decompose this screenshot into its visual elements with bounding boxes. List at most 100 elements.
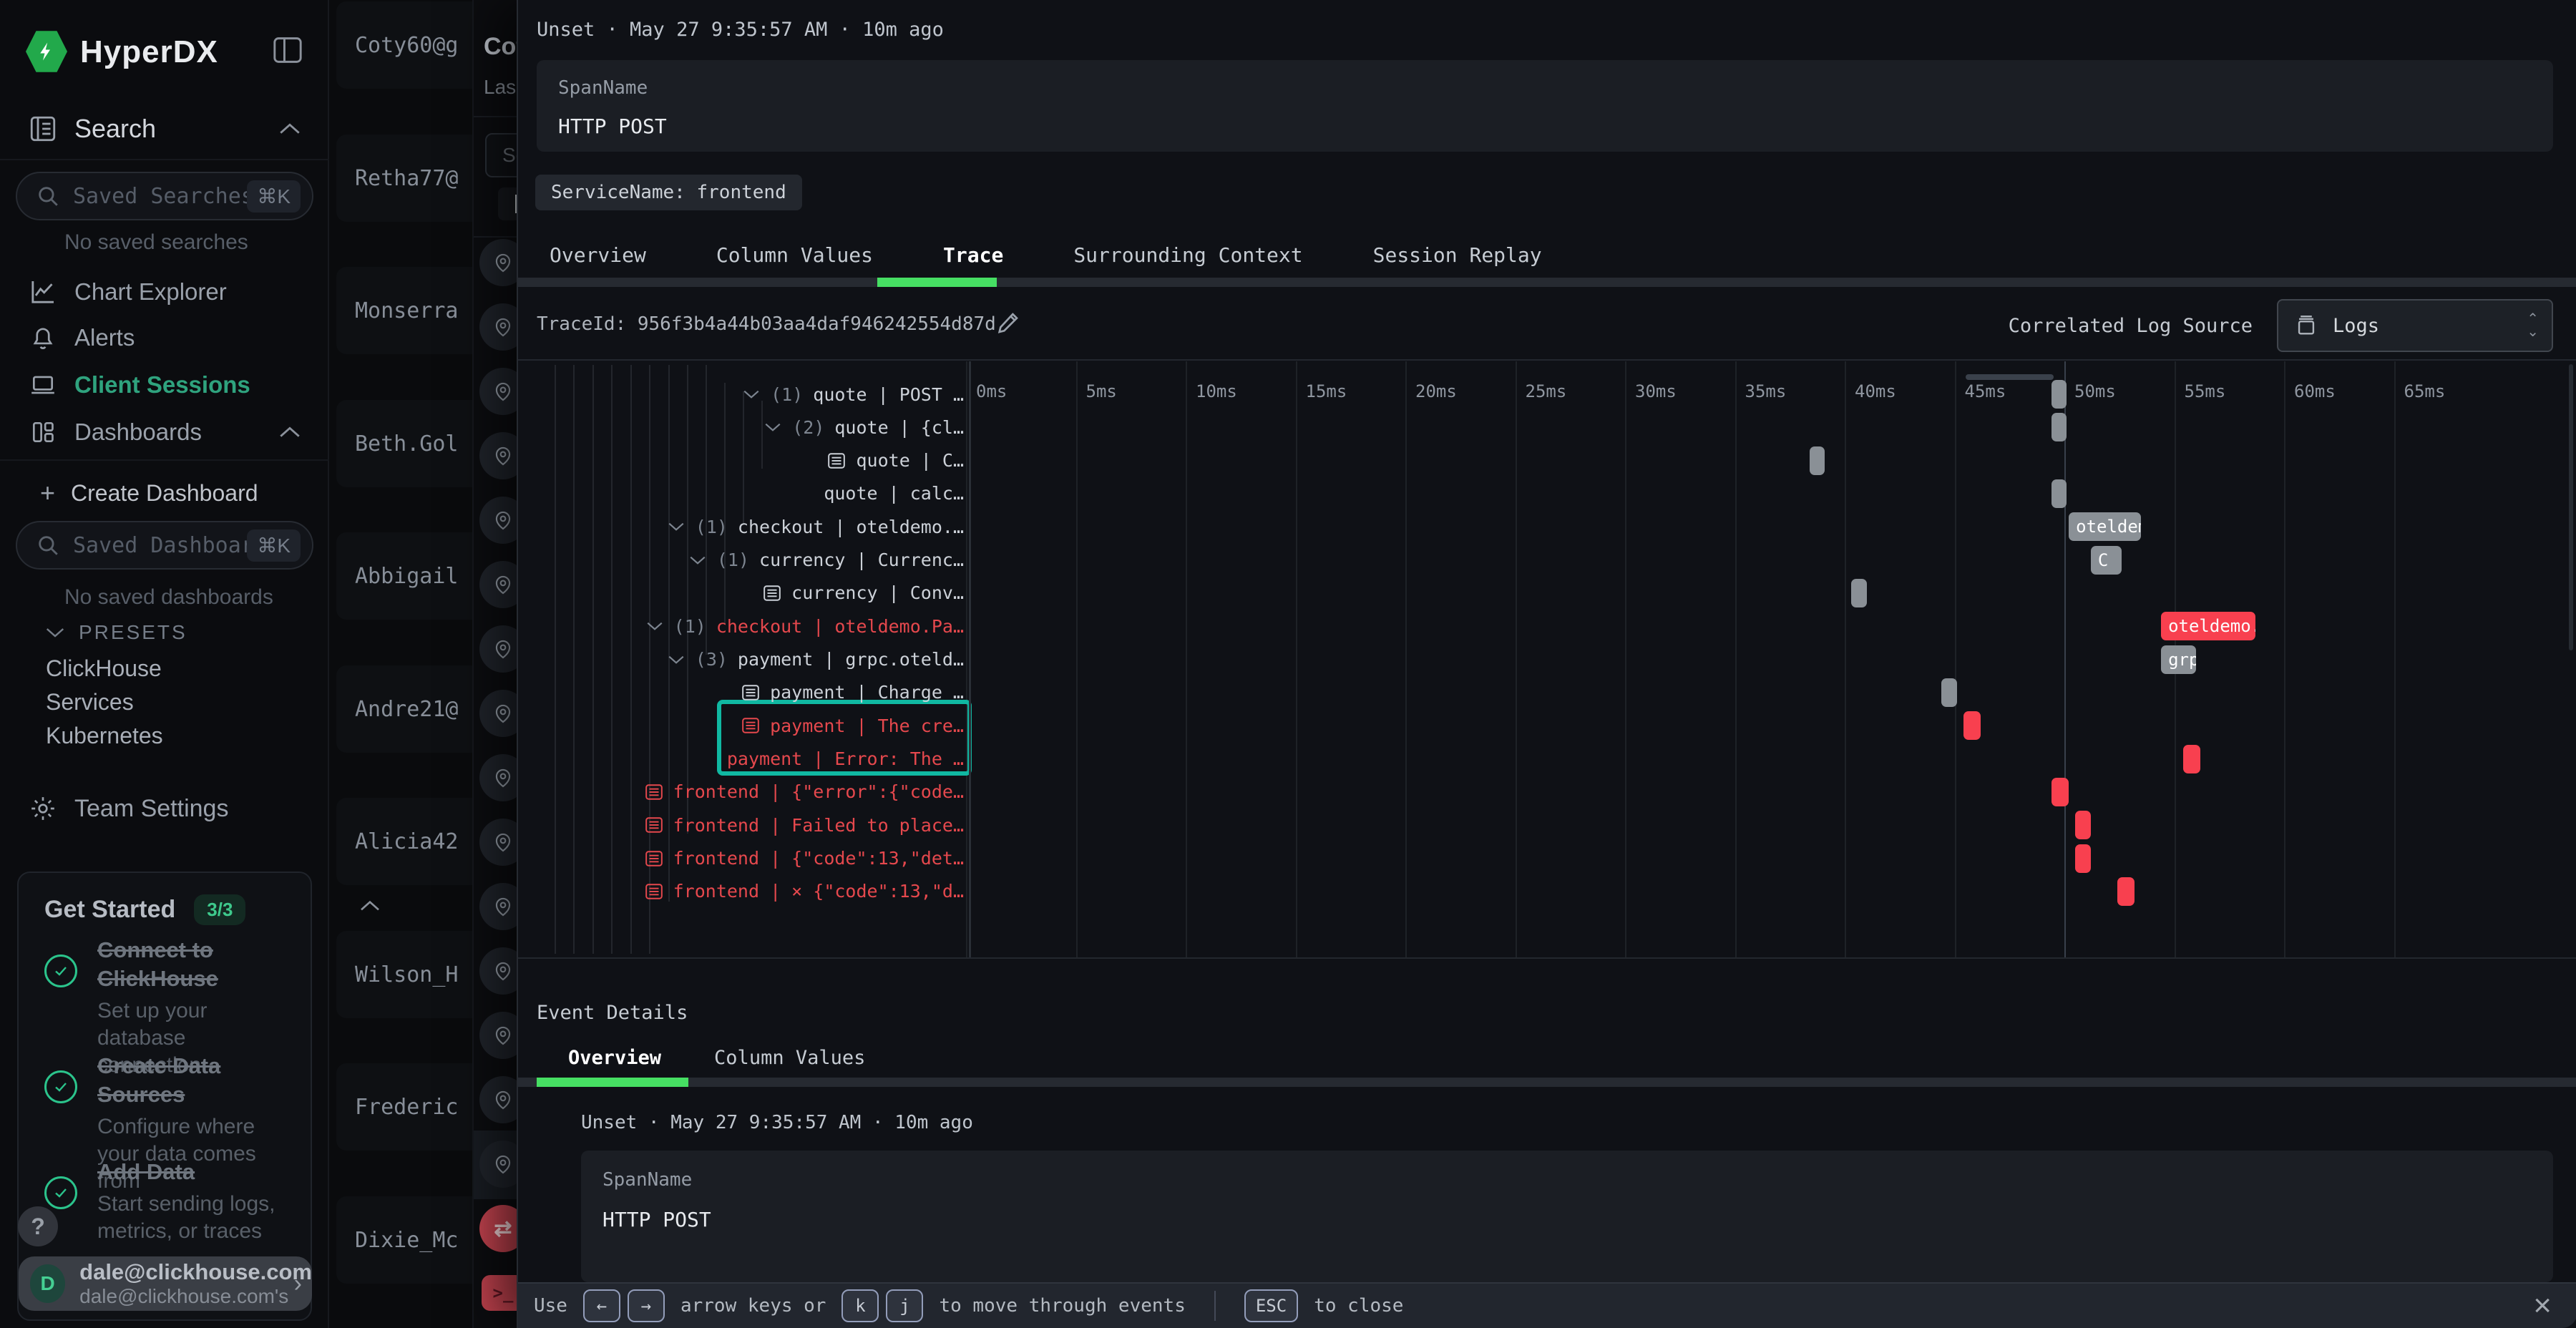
session-row[interactable]: Alicia42: [336, 798, 472, 885]
tab-overview[interactable]: Overview: [532, 235, 663, 275]
span-tree-row[interactable]: payment | The cre…: [741, 709, 964, 742]
gridline-40ms: [1845, 361, 1846, 957]
search-icon: [36, 533, 60, 557]
collapse-sidebar-button[interactable]: [272, 36, 303, 64]
select-carets-icon: ⌃⌄: [2527, 313, 2539, 338]
span-tree-row[interactable]: (2)quote | {cl…: [763, 411, 964, 444]
span-tree-row[interactable]: (1)checkout | oteldemo.Pa…: [645, 610, 964, 643]
sidebar-item-alerts[interactable]: Alerts: [0, 316, 329, 359]
session-row[interactable]: Coty60@g: [336, 1, 472, 89]
session-row[interactable]: Andre21@: [336, 665, 472, 753]
no-saved-dashboards-text: No saved dashboards: [64, 585, 273, 610]
check-circle-icon: [44, 1176, 77, 1209]
divider: [0, 459, 329, 461]
span-bar[interactable]: grp: [2161, 645, 2196, 674]
axis-tick-25ms: 25ms: [1526, 381, 1567, 401]
sidebar-item-chart-explorer[interactable]: Chart Explorer: [0, 270, 329, 313]
get-started-item[interactable]: Add Data Start sending logs, metrics, or…: [44, 1158, 295, 1245]
log-source-select[interactable]: Logs ⌃⌄: [2277, 299, 2553, 352]
span-tree-row[interactable]: payment | Error: The …: [727, 743, 964, 776]
span-bar[interactable]: [1963, 711, 1981, 740]
axis-tick-10ms: 10ms: [1196, 381, 1237, 401]
tree-timeline-divider[interactable]: [969, 361, 971, 957]
span-bar[interactable]: C: [2091, 546, 2122, 575]
user-menu[interactable]: D dale@clickhouse.com dale@clickhouse.co…: [19, 1256, 312, 1311]
span-bar[interactable]: [2051, 479, 2067, 508]
span-bar[interactable]: [1941, 678, 1956, 707]
span-tree-row[interactable]: quote | calc…: [824, 477, 964, 510]
span-name-label: SpanName: [558, 77, 648, 99]
close-icon[interactable]: ×: [2533, 1290, 2552, 1322]
span-bar[interactable]: [2117, 877, 2135, 906]
session-row[interactable]: Monserra: [336, 267, 472, 354]
timeline-scrollbar-thumb[interactable]: [1966, 374, 2054, 380]
span-tree-row[interactable]: frontend | Failed to place…: [645, 809, 964, 841]
presets-toggle[interactable]: PRESETS: [44, 621, 187, 644]
session-row[interactable]: Wilson_H: [336, 931, 472, 1018]
tab-session-replay[interactable]: Session Replay: [1356, 235, 1559, 275]
create-dashboard-button[interactable]: + Create Dashboard: [40, 478, 258, 508]
span-bar[interactable]: oteldemo.: [2161, 612, 2255, 640]
sidebar-item-label: Chart Explorer: [74, 278, 227, 306]
database-icon: [2294, 313, 2318, 338]
session-row[interactable]: Frederic: [336, 1063, 472, 1151]
sidebar-item-dashboards[interactable]: Dashboards: [0, 411, 329, 454]
span-bar[interactable]: [2183, 745, 2201, 773]
preset-services[interactable]: Services: [46, 689, 134, 716]
session-row[interactable]: Dixie_Mc: [336, 1196, 472, 1284]
span-bar[interactable]: [1851, 579, 1866, 607]
session-row[interactable]: Beth.Gol: [336, 400, 472, 487]
help-button[interactable]: ?: [18, 1206, 58, 1246]
span-tree-row[interactable]: (1)currency | Currenc…: [688, 544, 964, 577]
span-tree-row[interactable]: frontend | {"code":13,"det…: [645, 842, 964, 875]
span-bar[interactable]: [2075, 811, 2090, 839]
span-tree-row[interactable]: quote | C…: [827, 444, 964, 477]
event-details-tab-column-values[interactable]: Column Values: [697, 1039, 882, 1076]
waterfall-scrollbar[interactable]: [2569, 364, 2573, 650]
preset-clickhouse[interactable]: ClickHouse: [46, 655, 162, 682]
preset-kubernetes[interactable]: Kubernetes: [46, 723, 163, 749]
span-bar[interactable]: [2051, 413, 2067, 441]
get-started-header[interactable]: Get Started 3/3: [44, 894, 245, 925]
user-team: dale@clickhouse.com's: [79, 1285, 312, 1308]
logo-row: HyperDX: [0, 29, 329, 74]
tab-column-values[interactable]: Column Values: [699, 235, 890, 275]
gridline-5ms: [1076, 361, 1078, 957]
correlated-log-source-label: Correlated Log Source: [2009, 315, 2253, 337]
span-bar[interactable]: [2051, 778, 2069, 806]
span-tree-row[interactable]: currency | Conv…: [763, 577, 964, 610]
dashboards-grid-icon: [27, 419, 59, 446]
span-bar[interactable]: [1810, 446, 1825, 475]
span-bar[interactable]: oteldem: [2069, 512, 2141, 541]
axis-tick-65ms: 65ms: [2404, 381, 2446, 401]
tab-underline-track: [518, 278, 2576, 287]
axis-tick-50ms: 50ms: [2074, 381, 2116, 401]
get-started-title: Get Started: [44, 896, 175, 924]
sidebar-item-search[interactable]: Search: [0, 107, 329, 150]
span-tree-row[interactable]: (1)checkout | oteldemo.…: [667, 510, 964, 543]
span-bar[interactable]: [2051, 380, 2067, 409]
event-details-tab-overview[interactable]: Overview: [551, 1039, 678, 1076]
search-icon: [36, 184, 60, 208]
service-name-chip[interactable]: ServiceName: frontend: [535, 175, 802, 210]
sidebar: HyperDX Search Saved Searches ⌘K No save…: [0, 0, 329, 1328]
tab-trace[interactable]: Trace: [926, 235, 1020, 275]
sidebar-item-team-settings[interactable]: Team Settings: [0, 787, 329, 830]
key-esc: ESC: [1244, 1289, 1298, 1322]
session-row[interactable]: Retha77@: [336, 135, 472, 222]
tab-surrounding-context[interactable]: Surrounding Context: [1056, 235, 1319, 275]
span-tree-row[interactable]: (1)quote | POST …: [742, 378, 964, 411]
sidebar-item-client-sessions[interactable]: Client Sessions: [0, 363, 329, 406]
span-bar[interactable]: [2075, 844, 2090, 873]
span-tree-row[interactable]: frontend | × {"code":13,"d…: [645, 875, 964, 908]
edit-pencil-icon[interactable]: [995, 309, 1023, 338]
span-tree-row[interactable]: frontend | {"error":{"code…: [645, 776, 964, 809]
saved-searches-input[interactable]: Saved Searches ⌘K: [16, 172, 313, 220]
footer-divider: [1214, 1291, 1216, 1321]
span-tree-row[interactable]: (3)payment | grpc.oteld…: [667, 643, 964, 676]
no-saved-searches-text: No saved searches: [64, 230, 248, 255]
session-name: Frederic: [355, 1095, 459, 1120]
saved-dashboards-input[interactable]: Saved Dashboards ⌘K: [16, 521, 313, 570]
session-row[interactable]: Abbigail: [336, 532, 472, 620]
span-tree-row[interactable]: payment | Charge …: [741, 676, 964, 709]
